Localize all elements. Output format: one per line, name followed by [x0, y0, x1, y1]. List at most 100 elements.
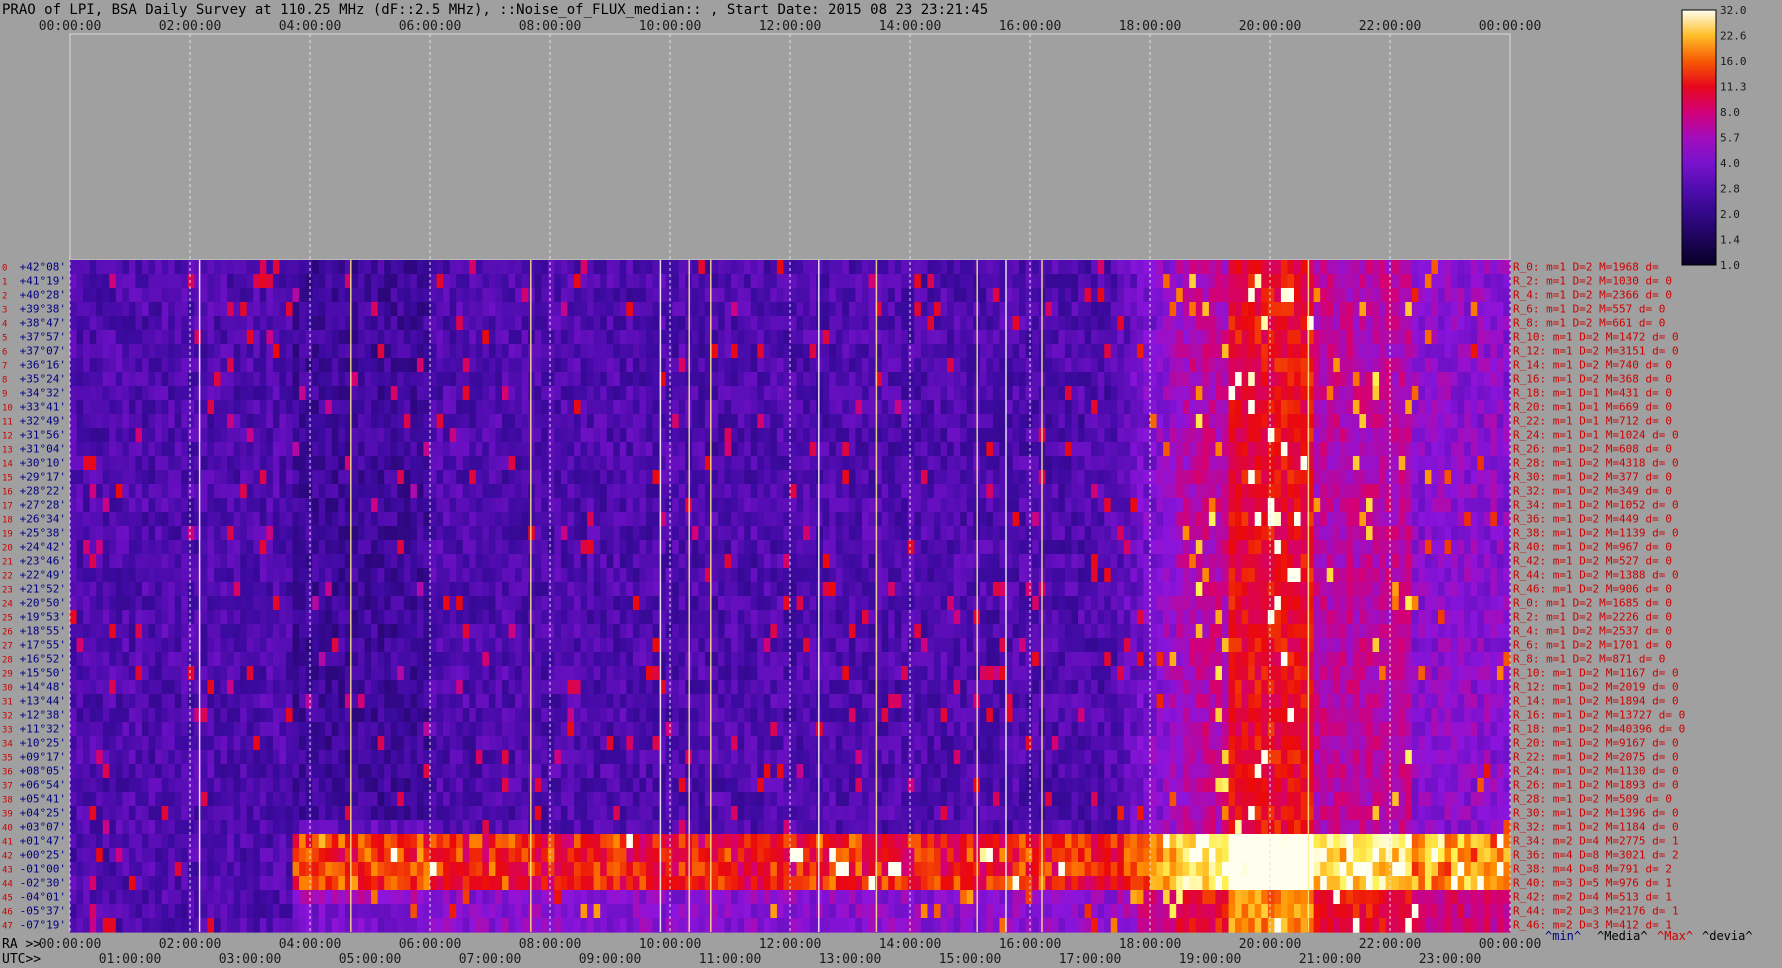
row-index: 8 — [2, 376, 7, 386]
row-info: R_32: m=1 D=2 M=349 d= 0 — [1513, 485, 1672, 498]
row-index: 2 — [2, 292, 7, 302]
utc-tick-label: 19:00:00 — [1179, 952, 1242, 967]
top-tick-label: 20:00:00 — [1239, 19, 1302, 34]
row-info: R_20: m=1 D=2 M=9167 d= 0 — [1513, 737, 1679, 750]
row-info: R_40: m=1 D=2 M=967 d= 0 — [1513, 541, 1672, 554]
dec-label: +38°47' — [20, 317, 66, 330]
dec-label: +31°56' — [20, 429, 66, 442]
row-index: 41 — [2, 838, 13, 848]
top-tick-label: 10:00:00 — [639, 19, 702, 34]
row-index: 44 — [2, 880, 13, 890]
utc-tick-label: 13:00:00 — [819, 952, 882, 967]
dec-label: +19°53' — [20, 611, 66, 624]
ra-tick-label: 04:00:00 — [279, 937, 342, 952]
row-index: 35 — [2, 754, 13, 764]
colorbar-tick: 11.3 — [1720, 81, 1747, 94]
heatmap-chart: 00:00:00 02:00:00 04:00:00 06:00:00 08:00:00… — [2, 4, 1753, 967]
row-index: 18 — [2, 516, 13, 526]
dec-label: +28°22' — [20, 485, 66, 498]
ra-axis-label: RA >> — [2, 937, 41, 952]
row-info: R_36: m=1 D=2 M=449 d= 0 — [1513, 513, 1672, 526]
row-info: R_26: m=1 D=2 M=1893 d= 0 — [1513, 779, 1679, 792]
row-info: R_18: m=1 D=2 M=40396 d= 0 — [1513, 723, 1685, 736]
dec-label: +20°50' — [20, 597, 66, 610]
row-index: 47 — [2, 922, 13, 932]
dec-label: +32°49' — [20, 415, 66, 428]
row-index: 33 — [2, 726, 13, 736]
row-index: 6 — [2, 348, 7, 358]
summary-media: ^Media^ — [1597, 929, 1648, 943]
row-index: 9 — [2, 390, 7, 400]
row-info: R_4: m=1 D=2 M=2537 d= 0 — [1513, 625, 1672, 638]
utc-tick-label: 21:00:00 — [1299, 952, 1362, 967]
ra-tick-label: 16:00:00 — [999, 937, 1062, 952]
row-index: 23 — [2, 586, 13, 596]
row-index: 38 — [2, 796, 13, 806]
row-info: R_46: m=2 D=3 M=412 d= 1 — [1513, 919, 1672, 932]
row-index: 16 — [2, 488, 13, 498]
dec-label: +15°50' — [20, 667, 66, 680]
utc-tick-label: 07:00:00 — [459, 952, 522, 967]
top-tick-label: 04:00:00 — [279, 19, 342, 34]
dec-label: +03°07' — [20, 821, 66, 834]
row-info: R_10: m=1 D=2 M=1167 d= 0 — [1513, 667, 1679, 680]
dec-label: +36°16' — [20, 359, 66, 372]
row-index: 14 — [2, 460, 13, 470]
dec-label: +41°19' — [20, 275, 66, 288]
row-index: 46 — [2, 908, 13, 918]
row-info: R_30: m=1 D=2 M=377 d= 0 — [1513, 471, 1672, 484]
dec-label: +05°41' — [20, 793, 66, 806]
ra-tick-label: 02:00:00 — [159, 937, 222, 952]
dec-label: +10°25' — [20, 737, 66, 750]
colorbar-tick: 8.0 — [1720, 106, 1740, 119]
colorbar-tick: 32.0 — [1720, 4, 1747, 17]
row-index: 5 — [2, 334, 7, 344]
row-info: R_34: m=1 D=2 M=1052 d= 0 — [1513, 499, 1679, 512]
row-index: 0 — [2, 264, 7, 274]
top-tick-label: 18:00:00 — [1119, 19, 1182, 34]
dec-label: +37°07' — [20, 345, 66, 358]
row-index: 1 — [2, 278, 7, 288]
row-index: 20 — [2, 544, 13, 554]
row-info: R_0: m=1 D=2 M=1968 d= — [1513, 261, 1659, 274]
dec-label: +29°17' — [20, 471, 66, 484]
row-info: R_12: m=1 D=2 M=2019 d= 0 — [1513, 681, 1679, 694]
colorbar-tick: 2.0 — [1720, 208, 1740, 221]
utc-tick-label: 03:00:00 — [219, 952, 282, 967]
colorbar-tick: 22.6 — [1720, 30, 1747, 43]
dec-label: +17°55' — [20, 639, 66, 652]
row-index: 43 — [2, 866, 13, 876]
dec-label: +34°32' — [20, 387, 66, 400]
chart-title: PRAO of LPI, BSA Daily Survey at 110.25 … — [2, 2, 989, 18]
summary-devia: ^devia^ — [1702, 929, 1753, 943]
top-tick-label: 12:00:00 — [759, 19, 822, 34]
row-info: R_28: m=1 D=2 M=509 d= 0 — [1513, 793, 1672, 806]
row-index: 21 — [2, 558, 13, 568]
row-index: 7 — [2, 362, 7, 372]
row-index: 22 — [2, 572, 13, 582]
dec-label: +11°32' — [20, 723, 66, 736]
row-info: R_6: m=1 D=2 M=557 d= 0 — [1513, 303, 1665, 316]
utc-tick-label: 23:00:00 — [1419, 952, 1482, 967]
dec-label: +24°42' — [20, 541, 66, 554]
row-index: 15 — [2, 474, 13, 484]
row-info: R_8: m=1 D=2 M=661 d= 0 — [1513, 317, 1665, 330]
row-info: R_12: m=1 D=2 M=3151 d= 0 — [1513, 345, 1679, 358]
dec-label: +12°38' — [20, 709, 66, 722]
dec-label: +30°10' — [20, 457, 66, 470]
row-info: R_24: m=1 D=2 M=1130 d= 0 — [1513, 765, 1679, 778]
dec-label: +27°28' — [20, 499, 66, 512]
colorbar-tick: 1.4 — [1720, 234, 1740, 247]
row-index: 28 — [2, 656, 13, 666]
row-info: R_4: m=1 D=2 M=2366 d= 0 — [1513, 289, 1672, 302]
row-info: R_2: m=1 D=2 M=1030 d= 0 — [1513, 275, 1672, 288]
row-info: R_26: m=1 D=2 M=608 d= 0 — [1513, 443, 1672, 456]
row-info: R_32: m=1 D=2 M=1184 d= 0 — [1513, 821, 1679, 834]
row-index: 27 — [2, 642, 13, 652]
ra-tick-label: 20:00:00 — [1239, 937, 1302, 952]
top-tick-label: 00:00:00 — [1479, 19, 1542, 34]
row-index: 36 — [2, 768, 13, 778]
row-info: R_6: m=1 D=2 M=1701 d= 0 — [1513, 639, 1672, 652]
row-info: R_40: m=3 D=5 M=976 d= 1 — [1513, 877, 1672, 890]
row-info: R_44: m=1 D=2 M=1388 d= 0 — [1513, 569, 1679, 582]
